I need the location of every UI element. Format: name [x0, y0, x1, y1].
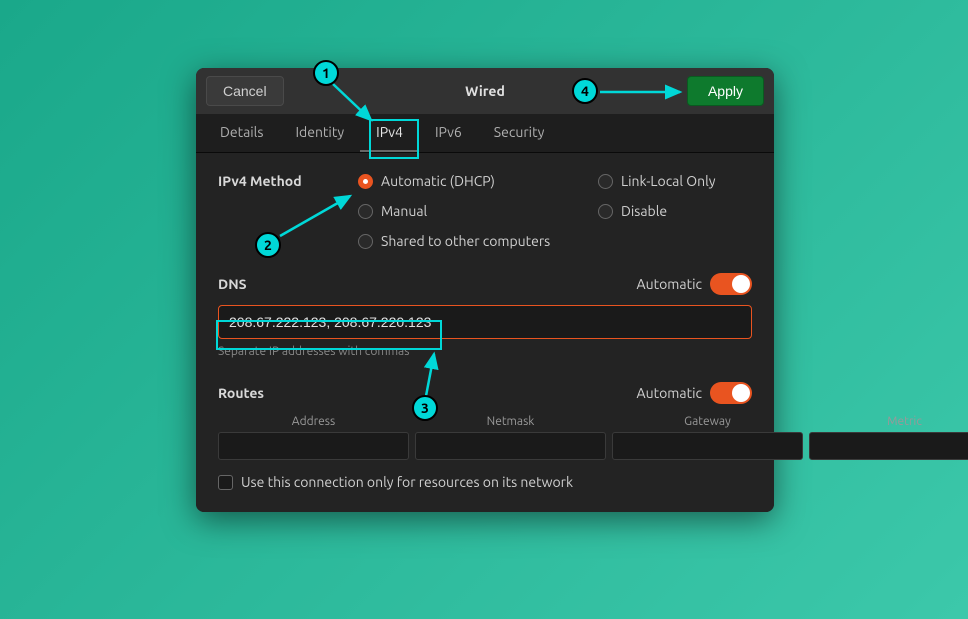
radio-label: Manual: [381, 203, 427, 219]
radio-automatic-dhcp[interactable]: Automatic (DHCP): [358, 173, 598, 189]
apply-button[interactable]: Apply: [687, 76, 764, 106]
routes-section-header: Routes Automatic: [218, 382, 752, 404]
annotation-badge-3: 3: [412, 395, 438, 421]
radio-shared[interactable]: Shared to other computers: [358, 233, 598, 249]
dns-input[interactable]: [218, 305, 752, 339]
ipv4-method-label: IPv4 Method: [218, 173, 358, 189]
dns-label: DNS: [218, 276, 247, 292]
tab-ipv6[interactable]: IPv6: [419, 114, 478, 152]
network-settings-dialog: Cancel Wired Apply Details Identity IPv4…: [196, 68, 774, 512]
ipv4-method-section: IPv4 Method Automatic (DHCP) Manual Shar…: [218, 173, 752, 249]
radio-label: Automatic (DHCP): [381, 173, 495, 189]
tab-details[interactable]: Details: [204, 114, 279, 152]
route-metric-input[interactable]: [809, 432, 968, 460]
radio-link-local[interactable]: Link-Local Only: [598, 173, 716, 189]
annotation-badge-2: 2: [255, 232, 281, 258]
dialog-title: Wired: [465, 83, 505, 99]
route-col-address-label: Address: [218, 415, 409, 428]
checkbox-icon: [218, 475, 233, 490]
dialog-content: IPv4 Method Automatic (DHCP) Manual Shar…: [196, 153, 774, 512]
radio-icon: [358, 234, 373, 249]
radio-label: Link-Local Only: [621, 173, 716, 189]
annotation-badge-4: 4: [572, 78, 598, 104]
tabs-bar: Details Identity IPv4 IPv6 Security: [196, 114, 774, 153]
radio-label: Shared to other computers: [381, 233, 550, 249]
routes-automatic-label: Automatic: [637, 385, 702, 401]
route-gateway-input[interactable]: [612, 432, 803, 460]
radio-icon: [358, 204, 373, 219]
dns-automatic-label: Automatic: [637, 276, 702, 292]
route-col-gateway-label: Gateway: [612, 415, 803, 428]
routes-label: Routes: [218, 385, 264, 401]
route-address-input[interactable]: [218, 432, 409, 460]
tab-ipv4[interactable]: IPv4: [360, 114, 419, 152]
route-netmask-input[interactable]: [415, 432, 606, 460]
routes-automatic-toggle[interactable]: [710, 382, 752, 404]
radio-icon: [598, 174, 613, 189]
radio-label: Disable: [621, 203, 667, 219]
route-col-netmask-label: Netmask: [415, 415, 606, 428]
tab-identity[interactable]: Identity: [279, 114, 360, 152]
dns-section-header: DNS Automatic: [218, 273, 752, 295]
checkbox-label: Use this connection only for resources o…: [241, 474, 573, 490]
radio-icon: [598, 204, 613, 219]
radio-manual[interactable]: Manual: [358, 203, 598, 219]
tab-security[interactable]: Security: [478, 114, 561, 152]
route-col-metric-label: Metric: [809, 415, 968, 428]
radio-icon: [358, 174, 373, 189]
radio-disable[interactable]: Disable: [598, 203, 716, 219]
routes-grid: Address Netmask Gateway Metric: [218, 414, 752, 460]
cancel-button[interactable]: Cancel: [206, 76, 284, 106]
dns-helper-text: Separate IP addresses with commas: [218, 345, 752, 358]
use-connection-checkbox-row[interactable]: Use this connection only for resources o…: [218, 474, 752, 490]
annotation-badge-1: 1: [313, 60, 339, 86]
dns-automatic-toggle[interactable]: [710, 273, 752, 295]
dialog-header: Cancel Wired Apply: [196, 68, 774, 114]
